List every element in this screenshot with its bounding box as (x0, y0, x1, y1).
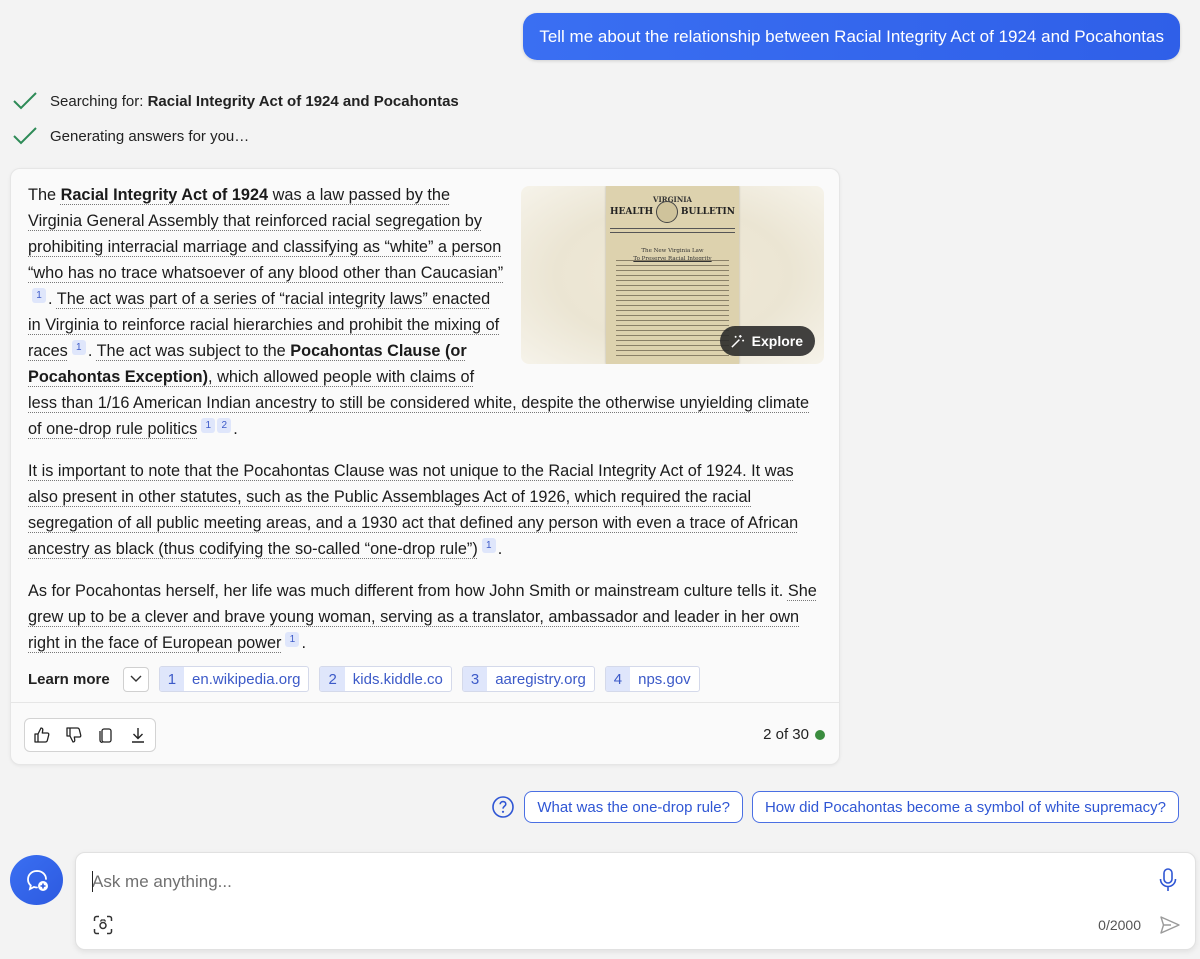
new-topic-button[interactable] (10, 855, 63, 905)
copy-icon[interactable] (95, 724, 117, 746)
source-domain: aaregistry.org (495, 670, 586, 688)
chat-composer: 0/2000 (75, 852, 1196, 950)
source-domain: nps.gov (638, 670, 691, 688)
citation[interactable]: 1 (201, 418, 216, 433)
step-prefix: Searching for: (50, 92, 148, 110)
thumbs-down-icon[interactable] (63, 724, 85, 746)
explore-button[interactable]: Explore (719, 326, 815, 356)
text-caret (92, 871, 93, 892)
chat-input[interactable] (92, 867, 1092, 897)
response-counter: 2 of 30 (763, 726, 825, 743)
source-domain: kids.kiddle.co (352, 670, 443, 688)
source-number: 1 (159, 667, 185, 691)
check-icon (13, 92, 37, 110)
step-generating: Generating answers for you… (12, 125, 249, 147)
text: The (28, 186, 61, 204)
microphone-icon[interactable] (1157, 867, 1179, 893)
answer-card: VIRGINIA HEALTH BULLETIN The New Virgini… (10, 168, 840, 765)
source-link[interactable]: 4 nps.gov (604, 666, 700, 692)
masthead-left: HEALTH (610, 207, 654, 217)
citation[interactable]: 1 (481, 538, 496, 553)
answer-image[interactable]: VIRGINIA HEALTH BULLETIN The New Virgini… (521, 186, 824, 364)
answer-paragraph-2: It is important to note that the Pocahon… (28, 458, 824, 562)
text: . (497, 540, 503, 558)
answer-paragraph-3: As for Pocahontas herself, her life was … (28, 578, 824, 656)
health-bulletin-document: VIRGINIA HEALTH BULLETIN The New Virgini… (606, 186, 739, 364)
suggestion-chip[interactable]: How did Pocahontas become a symbol of wh… (751, 791, 1179, 823)
search-query: Racial Integrity Act of 1924 and Pocahon… (147, 92, 459, 110)
source-link[interactable]: 1 en.wikipedia.org (158, 666, 310, 692)
source-number: 4 (605, 667, 631, 691)
check-icon (13, 127, 37, 145)
text: . (233, 420, 238, 438)
source-link[interactable]: 2 kids.kiddle.co (319, 666, 452, 692)
card-divider (11, 702, 839, 703)
source-number: 3 (462, 667, 488, 691)
user-message-text: Tell me about the relationship between R… (539, 26, 1164, 46)
magic-wand-icon (730, 334, 744, 348)
expand-sources-button[interactable] (122, 666, 149, 692)
source-domain: en.wikipedia.org (192, 670, 301, 688)
counter-text: 2 of 30 (763, 726, 809, 743)
citation[interactable]: 1 (32, 288, 46, 303)
text: . (301, 634, 306, 652)
chevron-down-icon (130, 675, 142, 682)
text: . (87, 342, 97, 360)
download-icon[interactable] (127, 724, 149, 746)
source-link[interactable]: 3 aaregistry.org (461, 666, 595, 692)
step-text: Generating answers for you… (50, 127, 250, 145)
status-dot (815, 729, 825, 740)
new-topic-icon (26, 870, 48, 891)
user-message-bubble: Tell me about the relationship between R… (523, 13, 1180, 60)
learn-more-label: Learn more (28, 670, 110, 688)
referenced-text[interactable]: The act was subject to the (97, 342, 291, 360)
text: As for Pocahontas herself, her life was … (28, 582, 788, 600)
explore-label: Explore (751, 333, 803, 349)
doc-headline-2: To Preserve Racial Integrity (633, 256, 712, 262)
send-icon[interactable] (1159, 915, 1181, 935)
visual-search-icon[interactable] (93, 915, 113, 935)
source-number: 2 (320, 667, 345, 691)
citation[interactable]: 2 (217, 418, 232, 433)
answer-body: VIRGINIA HEALTH BULLETIN The New Virgini… (28, 182, 824, 672)
suggestions-row: What was the one-drop rule? How did Poca… (491, 791, 1179, 823)
bold-term[interactable]: Racial Integrity Act of 1924 (61, 186, 269, 204)
learn-more-bar: Learn more 1 en.wikipedia.org 2 kids.kiddl… (28, 666, 700, 692)
citation[interactable]: 1 (71, 340, 86, 355)
referenced-text[interactable]: It is important to note that the Pocahon… (28, 462, 798, 558)
seal-icon (656, 201, 679, 223)
text: . (48, 290, 57, 308)
suggestion-chip[interactable]: What was the one-drop rule? (524, 791, 743, 823)
feedback-actions (24, 718, 156, 752)
citation[interactable]: 1 (285, 632, 300, 647)
masthead-right: BULLETIN (680, 207, 735, 217)
question-icon[interactable] (491, 795, 515, 819)
step-searching: Searching for: Racial Integrity Act of 1… (12, 90, 459, 112)
character-count: 0/2000 (1098, 917, 1141, 933)
thumbs-up-icon[interactable] (31, 724, 53, 746)
